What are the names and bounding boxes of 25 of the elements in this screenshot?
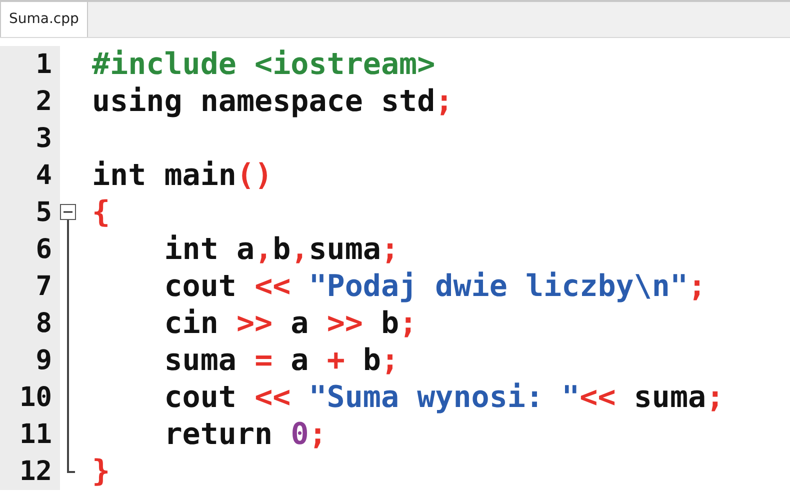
line-number: 3 (34, 123, 52, 154)
code-line: using namespace std; (92, 83, 454, 120)
code-line: cout << "Suma wynosi: "<< suma; (163, 379, 724, 416)
line-number: 1 (34, 49, 52, 80)
file-tab[interactable]: Suma.cpp (0, 2, 88, 37)
code-line: } (92, 453, 110, 490)
collapse-icon[interactable] (60, 204, 76, 220)
line-number: 2 (34, 86, 52, 117)
code-line: { (92, 194, 110, 231)
line-number: 12 (18, 456, 52, 487)
line-number: 6 (34, 234, 52, 265)
code-line: cin >> a >> b; (163, 305, 418, 342)
code-line: suma = a + b; (163, 342, 400, 379)
line-number: 8 (34, 308, 52, 339)
code-line: int a,b,suma; (163, 231, 400, 268)
line-number: 9 (34, 345, 52, 376)
code-line: return 0; (163, 416, 327, 453)
line-number: 10 (18, 382, 52, 413)
code-line: int main() (92, 157, 273, 194)
code-line: #include <iostream> (92, 46, 436, 83)
line-number: 5 (34, 197, 52, 228)
line-number: 7 (34, 271, 52, 302)
line-number: 4 (34, 160, 52, 191)
code-line: cout << "Podaj dwie liczby\n"; (163, 268, 706, 305)
line-number: 11 (18, 419, 52, 450)
